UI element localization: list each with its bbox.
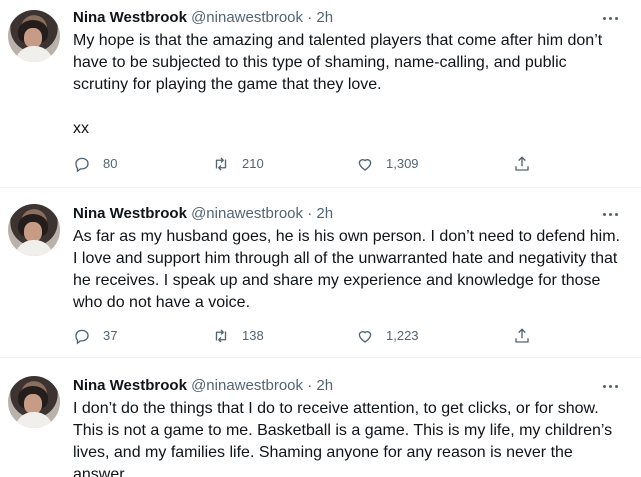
timeline-feed: Nina Westbrook @ninawestbrook · 2h My ho… — [0, 0, 641, 477]
avatar[interactable] — [8, 376, 60, 428]
like-button[interactable]: 1,223 — [356, 324, 419, 348]
avatar[interactable] — [8, 10, 60, 62]
more-dots-icon[interactable] — [601, 379, 621, 395]
retweet-icon — [215, 157, 227, 171]
like-button[interactable]: 1,309 — [356, 152, 419, 176]
tweet-header: Nina Westbrook @ninawestbrook · 2h — [73, 8, 333, 28]
author-handle[interactable]: @ninawestbrook — [191, 205, 303, 222]
like-count: 1,223 — [386, 328, 419, 343]
tweet-actions: 80 210 1,309 — [73, 152, 625, 176]
reply-count: 37 — [103, 328, 118, 343]
author-name[interactable]: Nina Westbrook — [73, 205, 187, 222]
reply-icon — [75, 329, 89, 345]
tweet-header: Nina Westbrook @ninawestbrook · 2h — [73, 376, 333, 396]
more-dots-icon[interactable] — [601, 207, 621, 223]
tweet-text: As far as my husband goes, he is his own… — [73, 228, 625, 311]
author-handle[interactable]: @ninawestbrook — [191, 377, 303, 394]
retweet-button[interactable]: 210 — [212, 152, 264, 176]
retweet-icon — [215, 329, 227, 343]
reply-button[interactable]: 37 — [73, 324, 117, 348]
timestamp[interactable]: 2h — [316, 377, 333, 394]
tweet-text: I don’t do the things that I do to recei… — [73, 400, 617, 477]
avatar[interactable] — [8, 204, 60, 256]
retweet-count: 138 — [242, 328, 264, 343]
retweet-count: 210 — [242, 156, 264, 171]
author-handle[interactable]: @ninawestbrook — [191, 9, 303, 26]
share-icon — [515, 328, 529, 343]
more-dots-icon[interactable] — [601, 11, 621, 27]
share-button[interactable] — [513, 152, 543, 176]
heart-icon — [358, 159, 372, 171]
heart-icon — [358, 331, 372, 343]
tweet[interactable]: Nina Westbrook @ninawestbrook · 2h I don… — [0, 358, 641, 477]
reply-button[interactable]: 80 — [73, 152, 117, 176]
tweet-text: My hope is that the amazing and talented… — [73, 32, 603, 137]
tweet-actions: 37 138 1,223 — [73, 324, 625, 348]
author-name[interactable]: Nina Westbrook — [73, 377, 187, 394]
like-count: 1,309 — [386, 156, 419, 171]
retweet-button[interactable]: 138 — [212, 324, 264, 348]
reply-count: 80 — [103, 156, 118, 171]
tweet[interactable]: Nina Westbrook @ninawestbrook · 2h As fa… — [0, 188, 641, 358]
separator-dot: · — [307, 205, 313, 222]
timestamp[interactable]: 2h — [316, 205, 333, 222]
author-name[interactable]: Nina Westbrook — [73, 9, 187, 26]
timestamp[interactable]: 2h — [316, 9, 333, 26]
separator-dot: · — [307, 9, 313, 26]
share-icon — [515, 156, 529, 171]
share-button[interactable] — [513, 324, 543, 348]
tweet-header: Nina Westbrook @ninawestbrook · 2h — [73, 204, 333, 224]
separator-dot: · — [307, 377, 313, 394]
reply-icon — [75, 157, 89, 173]
tweet[interactable]: Nina Westbrook @ninawestbrook · 2h My ho… — [0, 0, 641, 188]
